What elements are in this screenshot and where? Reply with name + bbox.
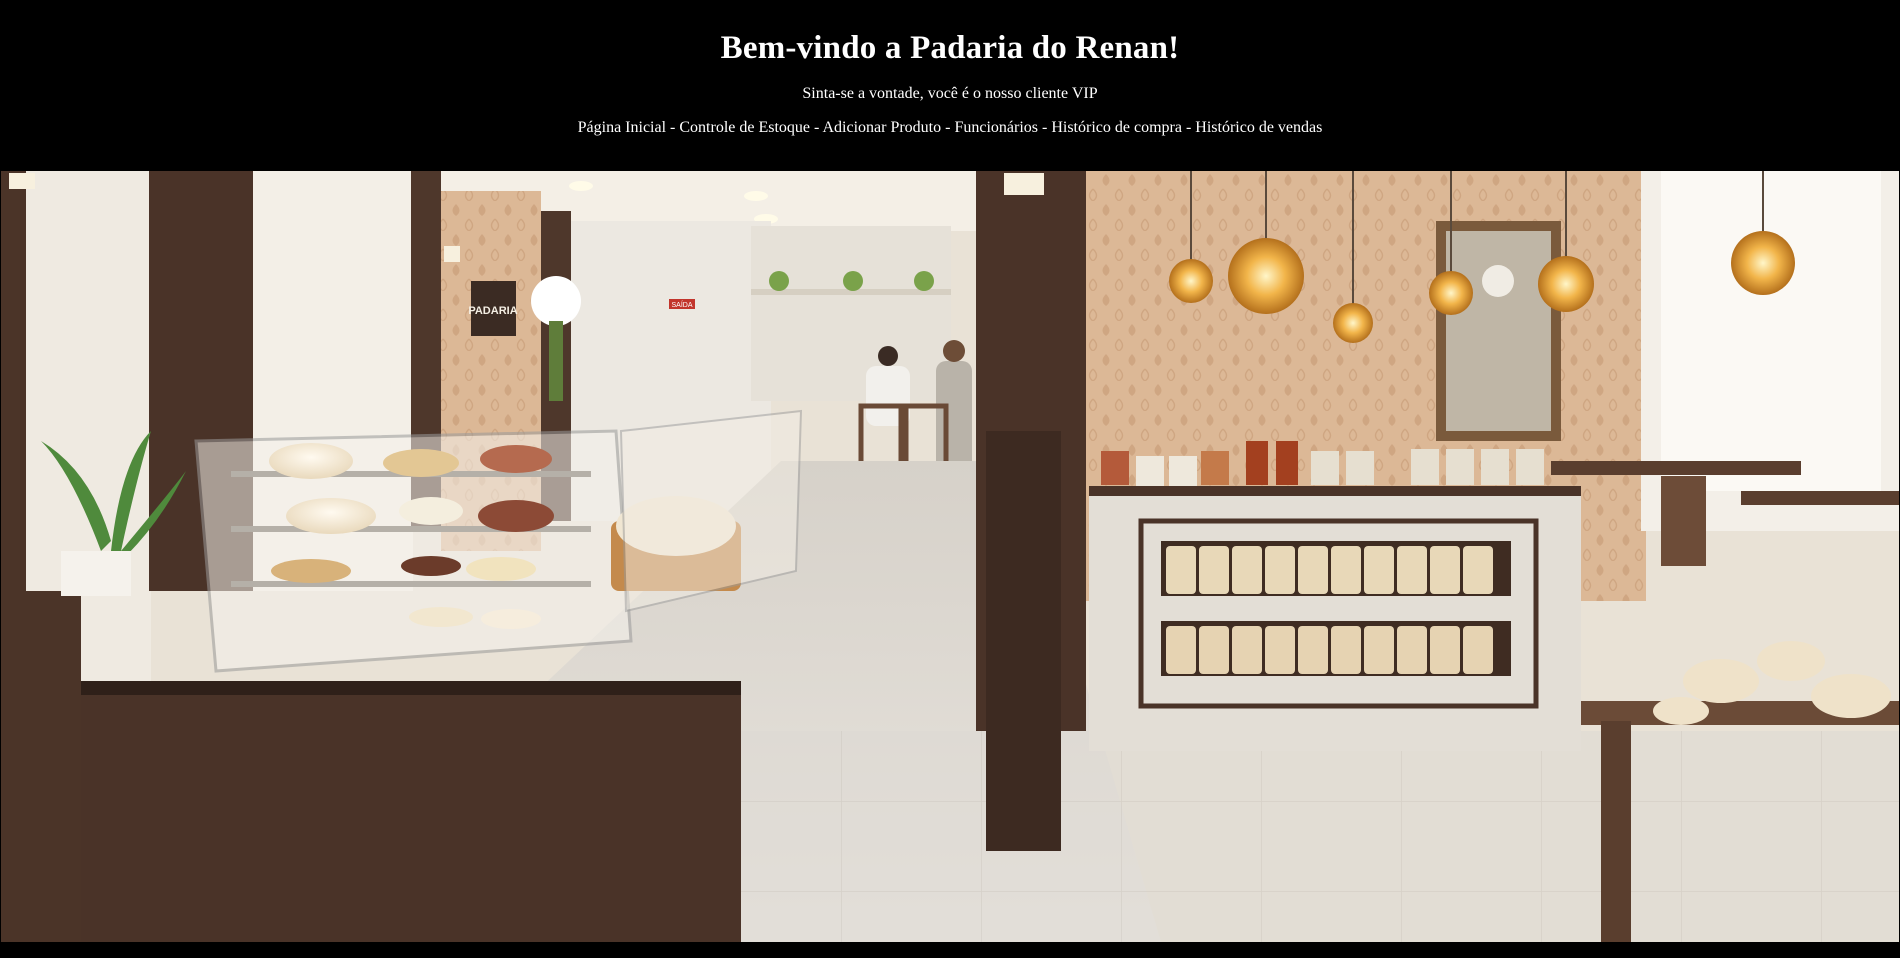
customer-head — [943, 340, 965, 362]
exit-sign-text: SAÍDA — [671, 300, 692, 309]
left-wood-column — [1, 171, 26, 591]
bread-table-leg — [1601, 721, 1631, 942]
nav-separator: - — [1181, 119, 1196, 136]
wall-sconce — [444, 246, 460, 262]
nav-link-adicionar-produto[interactable]: Adicionar Produto — [822, 119, 941, 136]
orchid-flowers — [531, 276, 581, 326]
nav-separator: - — [1038, 119, 1052, 136]
ceiling-light — [569, 181, 593, 191]
nav-separator: - — [810, 119, 823, 136]
window-light — [1661, 171, 1881, 491]
ceiling-light — [744, 191, 768, 201]
nav-link-historico-compra[interactable]: Histórico de compra — [1051, 119, 1182, 136]
display-counter-base — [61, 681, 741, 942]
nav-link-funcionarios[interactable]: Funcionários — [954, 119, 1038, 136]
nav-separator: - — [941, 119, 955, 136]
pendant-lamp — [1429, 271, 1473, 315]
plant-pot — [914, 271, 934, 291]
counter-top-granite — [61, 681, 741, 695]
padaria-sign-text: PADARIA — [468, 305, 517, 317]
nav-separator: - — [666, 119, 680, 136]
plant-pot — [769, 271, 789, 291]
picture-photo — [1446, 231, 1551, 431]
main-nav: Página Inicial - Controle de Estoque - A… — [0, 119, 1900, 137]
product-counter — [1089, 486, 1581, 751]
nav-link-controle-estoque[interactable]: Controle de Estoque — [679, 119, 810, 136]
pendant-lamp — [1731, 231, 1795, 295]
site-header: Bem-vindo a Padaria do Renan! Sinta-se a… — [0, 0, 1900, 170]
site-title: Bem-vindo a Padaria do Renan! — [720, 30, 1180, 66]
bottom-bar — [0, 942, 1900, 958]
counter-top — [1089, 486, 1581, 496]
nav-link-pagina-inicial[interactable]: Página Inicial — [578, 119, 666, 136]
dining-table — [1741, 491, 1899, 505]
wall-sconce — [9, 173, 35, 189]
bakery-interior-photo: PADARIA SAÍDA — [1, 171, 1899, 942]
bakery-scene: PADARIA SAÍDA — [1, 171, 1899, 942]
plant-pot — [61, 551, 131, 596]
baker-head — [878, 346, 898, 366]
dining-table — [1551, 461, 1801, 475]
pendant-lamp — [1538, 256, 1594, 312]
site-subtitle: Sinta-se a vontade, você é o nosso clien… — [802, 85, 1098, 102]
back-tile-wall — [751, 226, 951, 401]
orchid-stem — [549, 321, 563, 401]
dining-chair — [1661, 476, 1706, 566]
left-counter — [1, 591, 81, 942]
display-shelf — [231, 581, 591, 587]
side-counter — [986, 431, 1061, 851]
plant-pot — [843, 271, 863, 291]
wall-sconce — [1004, 173, 1044, 195]
nav-link-historico-vendas[interactable]: Histórico de vendas — [1195, 119, 1322, 136]
pendant-lamp — [1169, 259, 1213, 303]
pendant-lamp — [1333, 303, 1373, 343]
pendant-lamp — [1228, 238, 1304, 314]
picture-chef-hat — [1482, 265, 1514, 297]
